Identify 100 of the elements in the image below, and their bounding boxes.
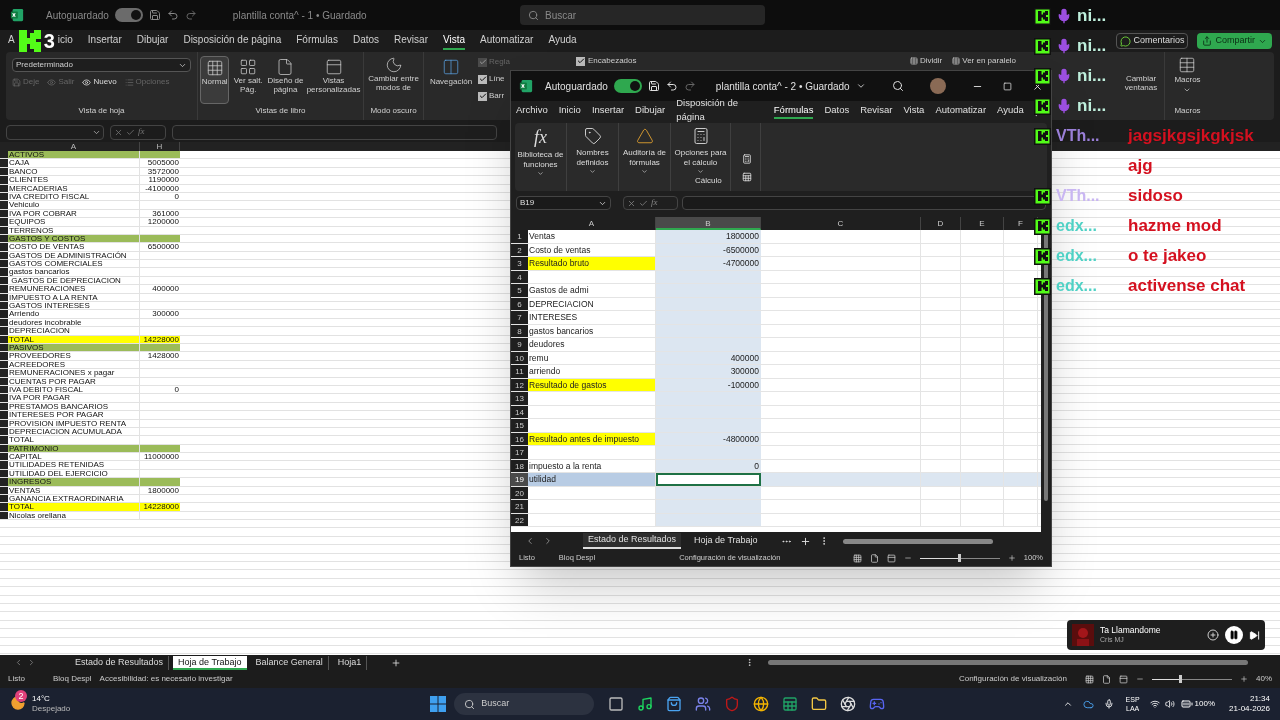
name-box[interactable]: B19 [516,196,611,210]
tray-expand-icon[interactable] [1062,699,1073,709]
row-header[interactable]: 21 [511,500,528,513]
share-button[interactable]: Compartir [1197,33,1272,49]
window-option-button[interactable]: Dividir [910,55,943,67]
row-header[interactable]: 11 [511,365,528,378]
undo-icon[interactable] [665,80,678,92]
ribbon-button[interactable]: Nombres definidos [567,123,619,191]
next-sheet-icon[interactable] [27,658,36,667]
search-icon[interactable] [892,80,904,92]
autosave-toggle[interactable] [613,79,642,93]
clock[interactable]: 21:34 21-04-2026 [1229,694,1270,714]
sheet-tab[interactable]: Hoja de Trabajo [173,655,247,670]
row-header[interactable]: 1 [511,230,528,243]
column-header[interactable]: B [656,217,761,230]
previous-sheet-icon[interactable] [525,536,535,546]
battery-icon[interactable] [1180,698,1193,710]
view-select[interactable]: Predeterminado [12,58,191,72]
folder-icon[interactable] [811,696,828,712]
page-break-icon[interactable] [886,553,896,563]
horizontal-scrollbar[interactable] [842,538,993,544]
menu-tab[interactable]: Dibujar [635,102,666,120]
zoom-slider[interactable] [1152,675,1232,683]
formula-tools[interactable]: fx [623,196,678,210]
row-header[interactable]: 17 [511,446,528,459]
normal-view-icon[interactable] [1085,674,1094,684]
team-chat-icon[interactable] [695,696,712,712]
task-view-icon[interactable] [608,696,625,712]
horizontal-scrollbar[interactable] [768,660,1249,665]
formula-input[interactable] [682,196,1046,210]
table-cell[interactable]: -4700000 [656,257,761,270]
menu-tab[interactable]: Insertar [591,102,625,120]
menu-tab[interactable]: Disposición de página [183,32,282,50]
menu-tab[interactable]: Fórmulas [296,32,338,50]
menu-tab[interactable]: Automatizar [935,102,987,120]
view-button[interactable]: Vistas personalizadas [306,56,361,96]
menu-tab[interactable]: Fórmulas [773,102,814,120]
zoom-slider[interactable] [919,554,1000,562]
table-cell[interactable]: Resultado bruto [528,257,656,270]
column-header[interactable]: C [761,217,921,230]
microphone-icon[interactable] [1103,699,1114,709]
dark-mode-button[interactable]: Cambiar entre modos de [364,56,423,92]
search-field[interactable]: Buscar [520,5,765,25]
column-header[interactable]: D [921,217,961,230]
zoom-in-icon[interactable] [1240,675,1248,683]
navigation-button[interactable]: Navegación [424,52,478,88]
sheet-tab[interactable]: Estado de Resultados [70,655,170,670]
browser-icon[interactable] [753,696,770,712]
menu-tab[interactable]: Vista [903,102,925,120]
sheet-tab[interactable]: Balance General [250,655,329,670]
menu-tab[interactable]: Automatizar [480,32,534,50]
store-icon[interactable] [666,696,683,712]
row-header[interactable]: 7 [511,311,528,324]
active-cell[interactable] [656,473,761,486]
row-header[interactable]: 5 [511,284,528,297]
spreadsheet-app-icon[interactable] [519,79,533,93]
formula-tools[interactable]: fx [110,124,166,140]
zoom-in-icon[interactable] [1007,554,1016,562]
sheet-tab[interactable]: Estado de Resultados [583,533,682,549]
game-chat-icon[interactable] [869,696,886,712]
page-layout-icon[interactable] [869,553,879,563]
ribbon-button[interactable]: Auditoría de fórmulas [619,123,671,191]
shield-icon[interactable] [724,696,741,712]
weather-icon[interactable] [10,695,26,711]
accessibility-status[interactable]: Accesibilidad: es necesario investigar [99,673,233,685]
menu-tab[interactable]: Archivo [516,102,548,120]
row-header[interactable]: 19 [511,473,528,486]
music-app-icon[interactable] [637,696,654,712]
row-header[interactable]: 9 [511,338,528,351]
row-header[interactable]: 3 [511,257,528,270]
checkbox[interactable] [576,56,585,66]
checkbox[interactable] [478,91,487,101]
menu-tab[interactable]: Revisar [860,102,893,120]
sheet-tab[interactable]: Hoja1 [332,655,368,670]
formula-input[interactable] [172,124,497,140]
switch-windows-button[interactable]: Cambiar ventanas [1118,74,1164,92]
window-option-button[interactable]: Ver en paralelo [952,55,1017,67]
menu-tab[interactable]: Ayuda [997,102,1024,120]
pause-button[interactable] [1225,626,1243,644]
row-header[interactable]: 13 [511,392,528,405]
volume-icon[interactable] [1164,699,1175,709]
table-cell[interactable]: 1800000 [656,230,761,243]
comments-button[interactable]: Comentarios [1116,33,1189,49]
sheet-view-button[interactable]: Nuevo [82,76,117,88]
spreadsheet-taskbar-icon[interactable] [782,696,799,712]
column-header[interactable]: E [961,217,1004,230]
cloud-icon[interactable] [1082,698,1094,710]
next-sheet-icon[interactable] [543,536,553,546]
macros-button[interactable]: Macros [1174,56,1201,94]
previous-sheet-icon[interactable] [14,658,23,667]
add-sheet-icon[interactable] [799,535,811,547]
maximize-icon[interactable] [1003,81,1012,91]
menu-tab[interactable]: icio [57,32,73,50]
view-button[interactable]: Ver salt. Pág. [231,56,265,96]
wifi-icon[interactable] [1149,699,1160,709]
add-icon[interactable] [1207,629,1219,641]
row-header[interactable]: 15 [511,419,528,432]
menu-tab[interactable]: Ayuda [548,32,577,50]
view-button[interactable]: Normal [200,56,230,104]
menu-tab[interactable]: A [8,32,15,50]
